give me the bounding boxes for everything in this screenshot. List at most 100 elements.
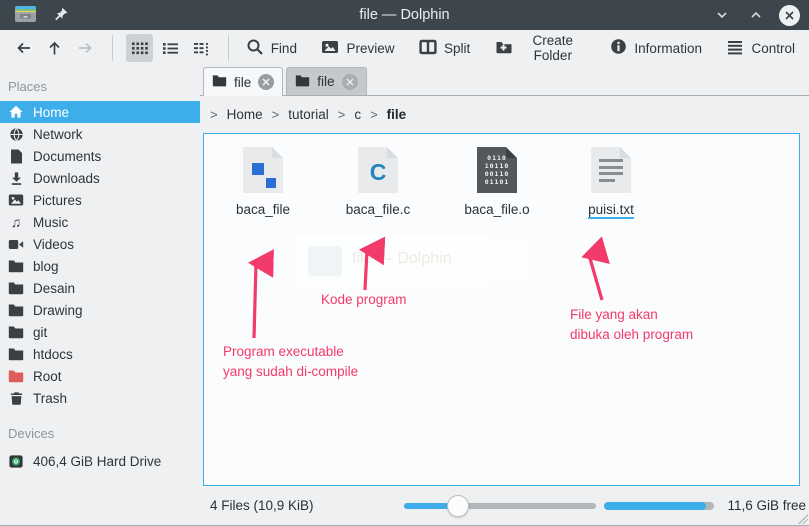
sidebar-item-music[interactable]: ♫ Music (0, 211, 200, 233)
music-note-icon: ♫ (10, 214, 22, 230)
toolbar-separator (227, 35, 229, 61)
ghost-artifact: file — Dolphin (294, 235, 564, 287)
tab-label: file (234, 74, 252, 90)
list-view-button[interactable] (157, 34, 184, 62)
sidebar-item-htdocs[interactable]: htdocs (0, 343, 200, 365)
c-glyph: C (369, 159, 387, 185)
preview-button[interactable]: Preview (317, 34, 398, 62)
forward-button[interactable] (72, 34, 99, 62)
file-name: baca_file.o (464, 202, 530, 217)
breadcrumb-tutorial[interactable]: tutorial (288, 107, 329, 122)
folder-plus-icon (495, 39, 513, 58)
sidebar-item-videos[interactable]: Videos (0, 233, 200, 255)
close-button[interactable] (779, 4, 800, 26)
create-folder-label: Create Folder (532, 33, 574, 63)
sidebar-item-hard-drive[interactable]: 406,4 GiB Hard Drive (0, 448, 200, 474)
places-header: Places (8, 79, 48, 94)
sidebar-item-label: Trash (33, 390, 68, 406)
back-button[interactable] (10, 34, 37, 62)
tab-close-icon[interactable] (341, 73, 358, 90)
download-icon (8, 170, 24, 186)
sidebar-item-downloads[interactable]: Downloads (0, 167, 200, 189)
folder-icon (8, 302, 24, 318)
sidebar-item-network[interactable]: Network (0, 123, 200, 145)
breadcrumb-chevron: > (337, 106, 346, 122)
annotation-target: File yang akan dibuka oleh program (570, 307, 694, 342)
sidebar-item-home[interactable]: Home (0, 101, 200, 123)
zoom-slider[interactable] (404, 495, 596, 517)
ghost-icon (308, 246, 342, 276)
arrow-to-executable (248, 249, 274, 339)
folder-icon (295, 74, 310, 90)
split-panes-icon (419, 39, 437, 58)
video-camera-icon (8, 236, 24, 252)
red-folder-icon (8, 368, 24, 384)
breadcrumb-c[interactable]: c (354, 107, 361, 122)
find-button[interactable]: Find (242, 34, 301, 62)
split-button[interactable]: Split (415, 34, 474, 62)
file-puisi.txt[interactable]: puisi.txt (561, 147, 661, 219)
devices-header: Devices (8, 426, 55, 441)
sidebar-item-root[interactable]: Root (0, 365, 200, 387)
c-source-file-icon: C (358, 147, 398, 193)
split-label: Split (443, 40, 471, 56)
sidebar-item-label: Downloads (33, 170, 100, 186)
tab-close-icon[interactable] (258, 74, 275, 90)
details-view-button[interactable] (188, 34, 215, 62)
sidebar-item-label: Music (33, 214, 69, 230)
folder-icon (8, 258, 24, 274)
free-space: 11,6 GiB free (727, 498, 806, 513)
arrow-to-text-file (581, 236, 610, 301)
sidebar-item-git[interactable]: git (0, 321, 200, 343)
hamburger-menu-icon (726, 39, 744, 58)
image-icon (8, 192, 24, 208)
sidebar-item-trash[interactable]: Trash (0, 387, 200, 409)
tab-file-2[interactable]: file (286, 67, 367, 95)
sidebar-item-label: htdocs (33, 346, 73, 362)
up-button[interactable] (41, 34, 68, 62)
resize-grip[interactable] (798, 514, 808, 524)
file-name: puisi.txt (588, 202, 634, 219)
control-button[interactable]: Control (722, 34, 799, 62)
places-panel: Places Home Network Documents Downloads … (0, 66, 200, 525)
minimize-button[interactable] (711, 4, 733, 26)
folder-view[interactable]: file — Dolphin baca_file C baca_file.c 0… (203, 133, 800, 486)
sidebar-item-blog[interactable]: blog (0, 255, 200, 277)
search-icon (246, 38, 264, 59)
trash-icon (8, 390, 24, 406)
sidebar-item-label: 406,4 GiB Hard Drive (33, 453, 162, 469)
create-folder-button[interactable]: Create Folder (491, 33, 590, 63)
breadcrumb-chevron: > (370, 106, 378, 122)
maximize-button[interactable] (745, 4, 767, 26)
breadcrumb-chevron: > (271, 106, 280, 122)
file-baca_file[interactable]: baca_file (213, 147, 313, 217)
annotation-executable: Program executable yang sudah di-compile (223, 344, 359, 379)
sidebar-item-drawing[interactable]: Drawing (0, 299, 200, 321)
zoom-slider-handle[interactable] (446, 495, 469, 517)
executable-file-icon (243, 147, 283, 193)
sidebar-item-desain[interactable]: Desain (0, 277, 200, 299)
file-baca_file.o[interactable]: 0110 10110 00110 01101 baca_file.o (447, 147, 547, 217)
breadcrumb-chevron[interactable]: > (210, 107, 218, 122)
status-bar: 4 Files (10,9 KiB) 11,6 GiB free (200, 486, 809, 525)
tab-bar: file file (200, 66, 809, 96)
object-file-icon: 0110 10110 00110 01101 (477, 147, 517, 193)
breadcrumb-home[interactable]: Home (227, 107, 263, 122)
icons-view-button[interactable] (125, 34, 153, 62)
information-label: Information (634, 40, 702, 56)
tab-file-1[interactable]: file (203, 67, 284, 96)
binary-rows: 0110 10110 00110 01101 (484, 154, 510, 186)
dolphin-window: file — Dolphin Find Preview Split Create… (0, 0, 809, 526)
file-baca_file.c[interactable]: C baca_file.c (328, 147, 428, 217)
sidebar-item-pictures[interactable]: Pictures (0, 189, 200, 211)
find-label: Find (270, 40, 297, 56)
breadcrumb-current[interactable]: file (387, 107, 407, 122)
sidebar-item-label: Documents (33, 148, 102, 164)
sidebar-item-documents[interactable]: Documents (0, 145, 200, 167)
sidebar-item-label: Network (33, 126, 83, 142)
information-button[interactable]: Information (606, 34, 706, 62)
file-name: baca_file (235, 202, 291, 217)
pin-icon[interactable] (53, 6, 69, 25)
file-name: baca_file.c (345, 202, 411, 217)
toolbar-separator (112, 35, 113, 61)
